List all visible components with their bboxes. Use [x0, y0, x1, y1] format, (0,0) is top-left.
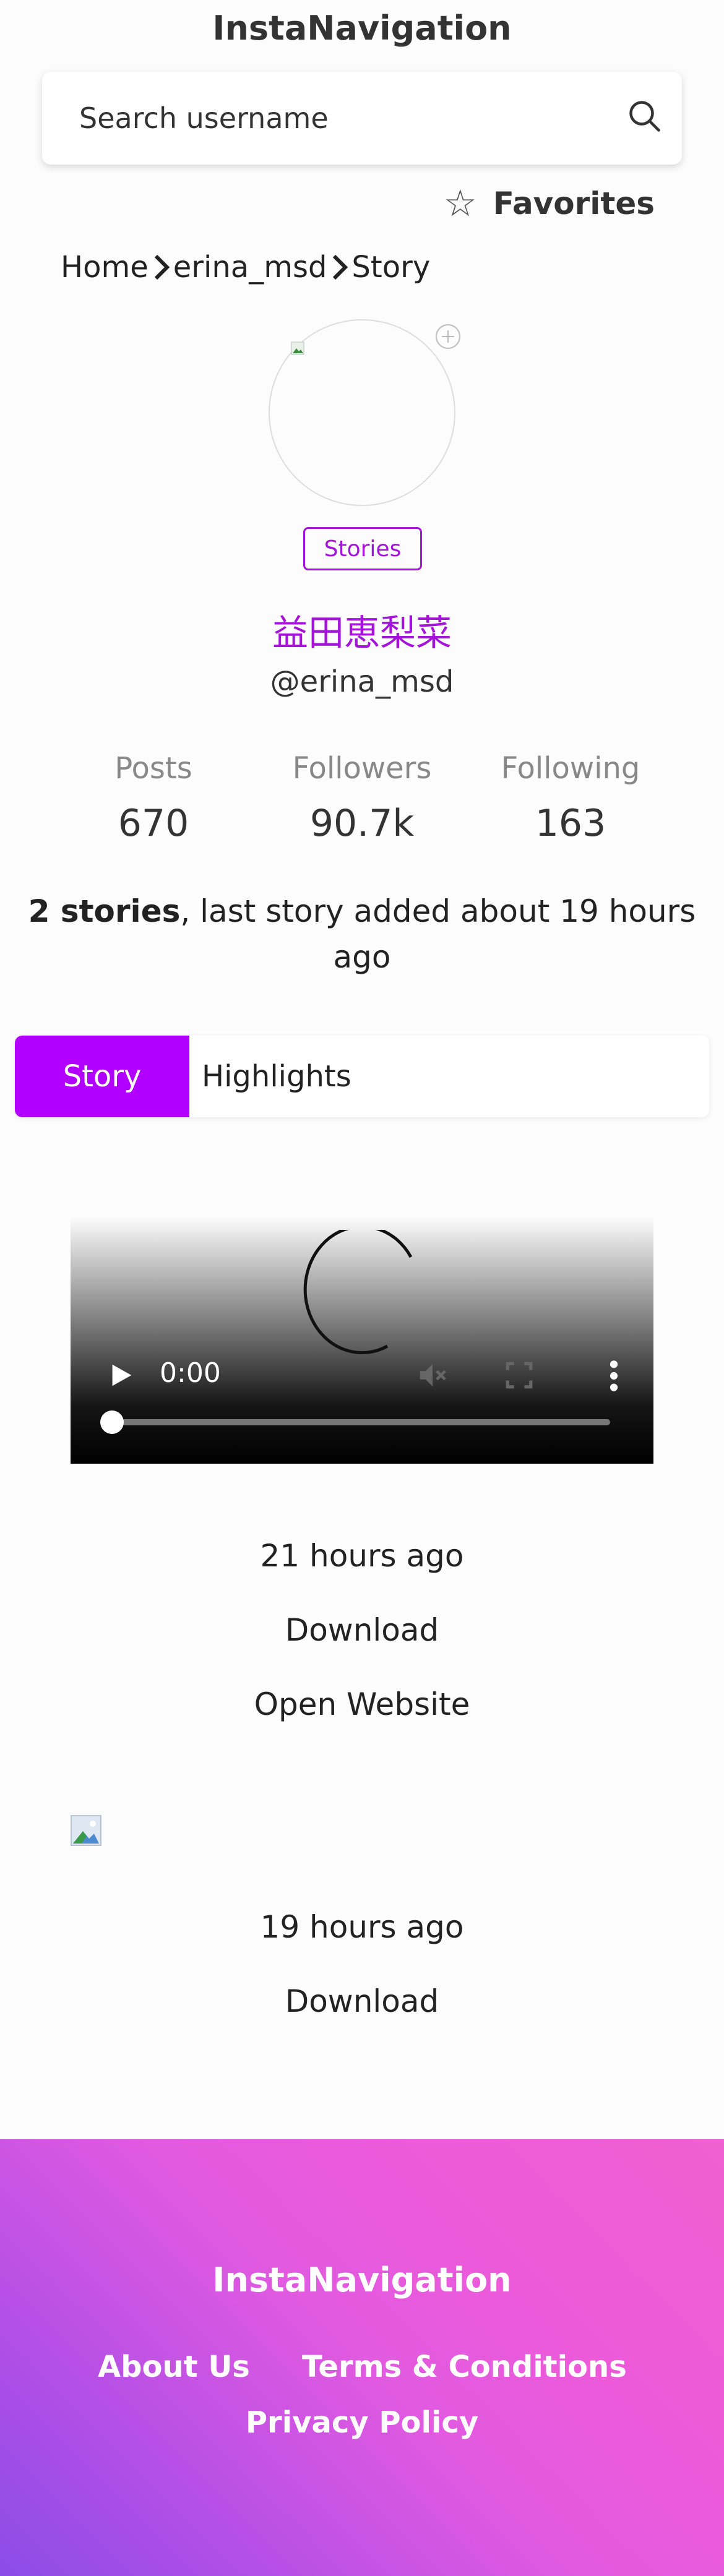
favorites-button[interactable]: ☆ Favorites — [444, 182, 655, 225]
search-icon[interactable] — [626, 98, 663, 135]
footer-brand[interactable]: InstaNavigation — [0, 2260, 724, 2299]
search-input[interactable] — [79, 97, 611, 140]
tab-bar: Story Highlights — [15, 1036, 709, 1117]
breadcrumb-current: Story — [351, 250, 431, 285]
stat-value: 163 — [535, 802, 606, 845]
chevron-right-icon — [154, 254, 170, 280]
stories-badge[interactable]: Stories — [303, 527, 422, 570]
footer-terms[interactable]: Terms & Conditions — [302, 2350, 627, 2384]
download-link[interactable]: Download — [0, 1612, 724, 1648]
open-website-link[interactable]: Open Website — [0, 1686, 724, 1722]
footer-privacy-policy[interactable]: Privacy Policy — [0, 2405, 724, 2440]
stories-last-added: , last story added about 19 hours ago — [180, 893, 696, 975]
tab-highlights[interactable]: Highlights — [189, 1036, 351, 1117]
breadcrumb-user[interactable]: erina_msd — [173, 250, 327, 285]
breadcrumb-home[interactable]: Home — [61, 250, 149, 285]
profile-username: @erina_msd — [270, 664, 454, 699]
stat-value: 670 — [118, 802, 189, 845]
play-icon[interactable] — [106, 1361, 135, 1389]
video-progress-track[interactable] — [110, 1419, 610, 1425]
stat-followers: Followers 90.7k — [269, 751, 455, 845]
add-circle-icon[interactable] — [434, 323, 462, 350]
profile-display-name: 益田恵梨菜 — [272, 612, 452, 654]
broken-image-icon — [71, 1815, 101, 1846]
tab-story[interactable]: Story — [15, 1036, 189, 1117]
search-box — [42, 72, 682, 165]
app-title[interactable]: InstaNavigation — [0, 9, 724, 48]
breadcrumb: Home erina_msd Story — [61, 250, 430, 285]
broken-image-icon — [291, 341, 304, 355]
star-icon: ☆ — [443, 182, 477, 225]
more-vertical-icon[interactable] — [606, 1359, 621, 1393]
favorites-label: Favorites — [493, 186, 655, 221]
video-progress-thumb[interactable] — [100, 1410, 124, 1434]
footer: InstaNavigation About Us Terms & Conditi… — [0, 2139, 724, 2576]
story-time-ago: 19 hours ago — [260, 1909, 464, 1945]
loading-spinner-icon — [303, 1230, 412, 1355]
stat-following: Following 163 — [478, 751, 663, 845]
stories-summary: 2 stories, last story added about 19 hou… — [25, 888, 699, 980]
stat-label: Posts — [114, 751, 192, 786]
story-time-ago: 21 hours ago — [260, 1538, 464, 1574]
footer-about-us[interactable]: About Us — [98, 2350, 250, 2384]
stat-label: Following — [501, 751, 640, 786]
stat-label: Followers — [292, 751, 432, 786]
stat-value: 90.7k — [309, 802, 415, 845]
mute-icon[interactable] — [415, 1359, 450, 1392]
download-link[interactable]: Download — [0, 1983, 724, 2019]
stories-count: 2 stories — [28, 893, 181, 929]
chevron-right-icon — [333, 254, 348, 280]
fullscreen-icon[interactable] — [504, 1360, 535, 1391]
stat-posts: Posts 670 — [61, 751, 246, 845]
video-time: 0:00 — [160, 1357, 221, 1389]
